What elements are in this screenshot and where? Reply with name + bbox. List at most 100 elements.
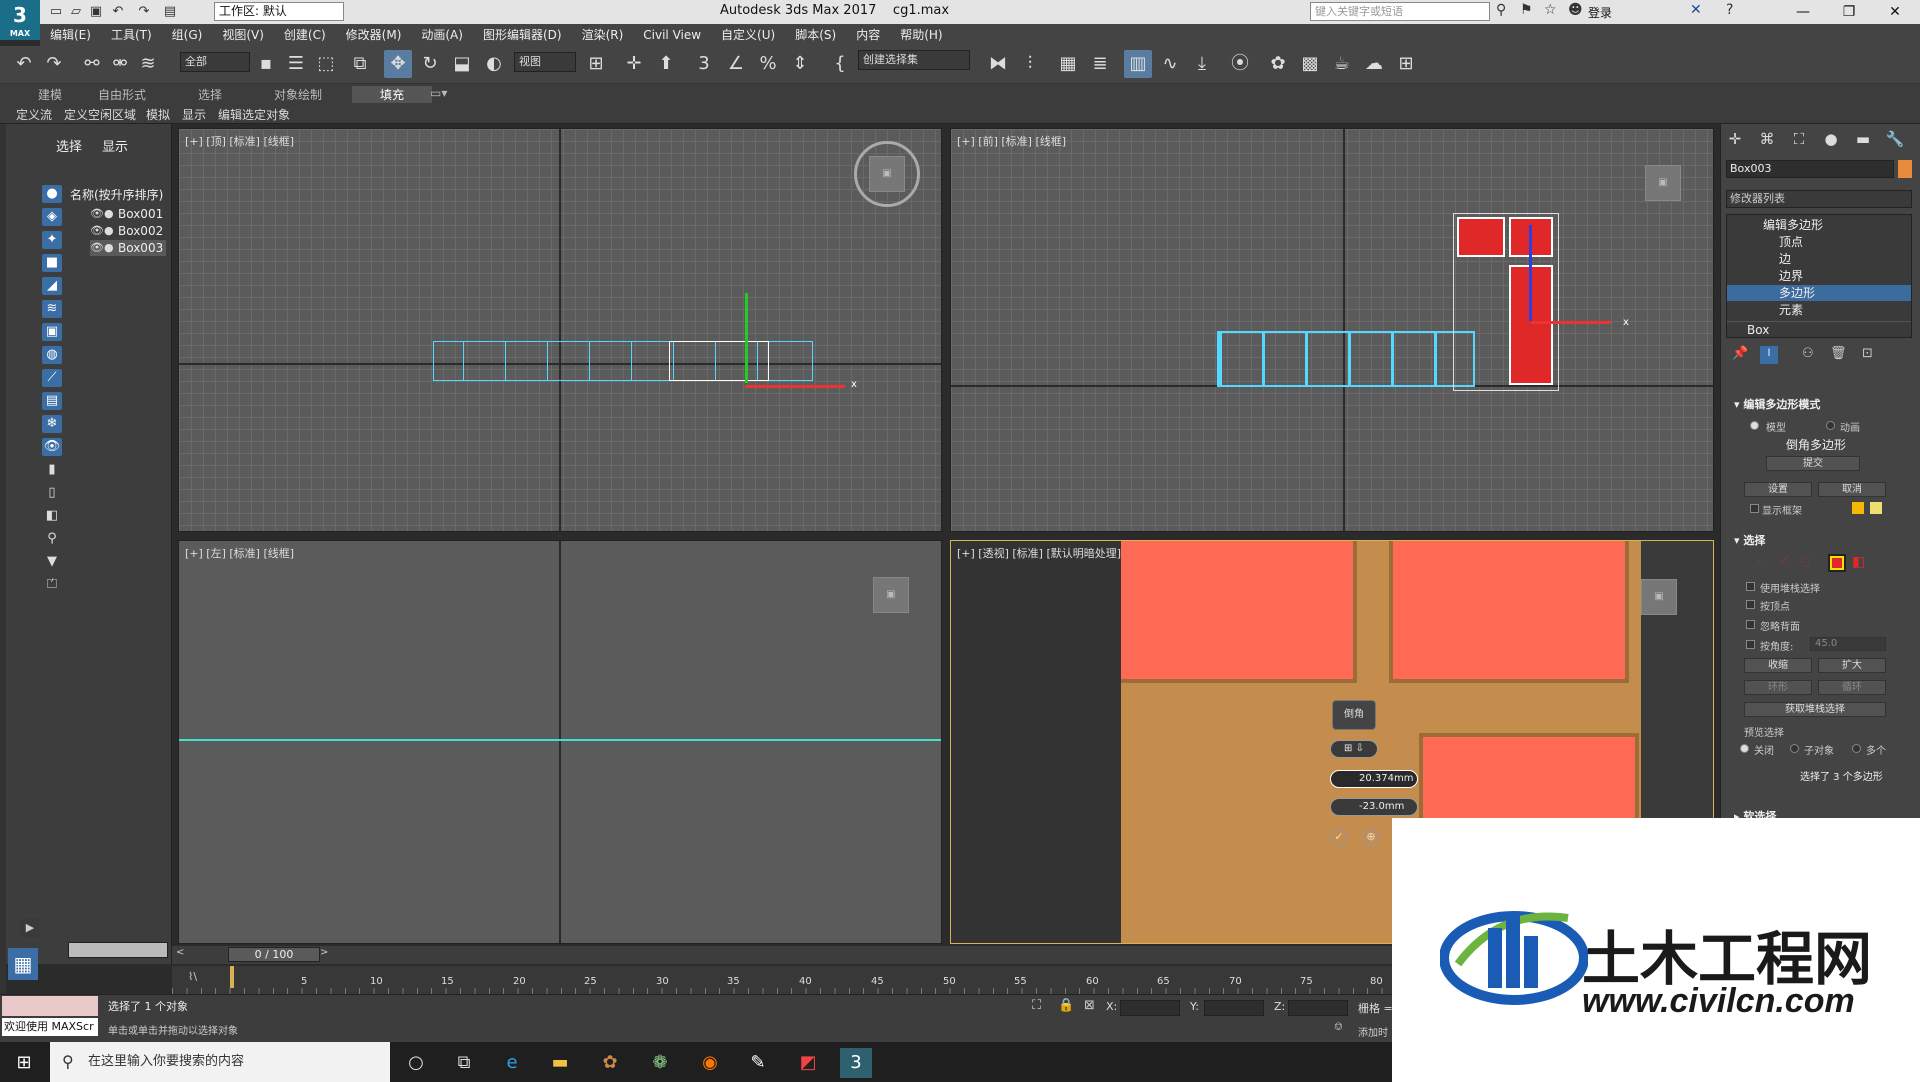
get-stack-selection-button[interactable]: 获取堆栈选择 <box>1744 702 1886 717</box>
app-icon[interactable]: ✿ <box>594 1048 626 1078</box>
app-logo[interactable]: 3 MAX <box>0 0 40 40</box>
ribbon-simulate[interactable]: 模拟 <box>146 106 170 123</box>
ignore-backfacing-checkbox[interactable] <box>1746 620 1755 629</box>
ribbon-toggle-icon[interactable]: ▥ <box>1124 50 1152 78</box>
shrink-button[interactable]: 收缩 <box>1744 658 1812 673</box>
menu-group[interactable]: 组(G) <box>162 24 213 46</box>
snap-toggle-icon[interactable]: 3 <box>690 50 718 78</box>
filter-icon[interactable]: ▼ <box>42 553 62 571</box>
shape-filter-icon[interactable]: ◈ <box>42 208 62 226</box>
user-icon[interactable]: ☻ <box>1568 2 1583 18</box>
angle-spinner[interactable]: 45.0 <box>1810 637 1886 651</box>
restore-button[interactable]: ❐ <box>1826 0 1872 24</box>
settings-button[interactable]: 设置 <box>1744 482 1812 497</box>
ribbon-define-flows[interactable]: 定义流 <box>16 106 52 123</box>
menu-edit[interactable]: 编辑(E) <box>40 24 101 46</box>
new-file-icon[interactable]: ▭ <box>46 2 66 22</box>
menu-content[interactable]: 内容 <box>846 24 890 46</box>
current-frame-marker[interactable] <box>230 966 234 988</box>
explorer-column-header[interactable]: 名称(按升序排序) <box>70 186 163 203</box>
viewport-label[interactable]: [+] [前] [标准] [线框] <box>957 133 1066 149</box>
preview-subobj-radio[interactable] <box>1790 744 1799 753</box>
find-icon[interactable]: ⚲ <box>42 530 62 548</box>
help-icon[interactable]: ? <box>1726 2 1733 18</box>
display-all-icon[interactable]: ▮ <box>42 461 62 479</box>
visibility-eye-icon[interactable]: 👁● <box>90 206 114 222</box>
explorer-item-box003[interactable]: 👁● Box003 <box>90 240 166 256</box>
bevel-type-toggle[interactable]: ⊞ ⇩ <box>1330 740 1378 758</box>
menu-animation[interactable]: 动画(A) <box>411 24 473 46</box>
ribbon-options-icon[interactable]: ▭▾ <box>430 86 447 100</box>
move-icon[interactable]: ✥ <box>384 50 412 78</box>
by-stack-checkbox[interactable] <box>1746 582 1755 591</box>
bevel-outline-field[interactable]: -23.0mm <box>1330 798 1418 816</box>
select-manipulate-icon[interactable]: ✛ <box>620 50 648 78</box>
curve-editor-mini-icon[interactable]: ⌇\ <box>188 970 197 983</box>
add-time-tag[interactable]: 添加时 <box>1358 1024 1388 1039</box>
visibility-eye-icon[interactable]: 👁● <box>90 223 114 239</box>
loop-button[interactable]: 循环 <box>1818 680 1886 695</box>
layer-explorer-icon[interactable]: ≣ <box>1086 50 1114 78</box>
animate-radio[interactable] <box>1826 421 1835 430</box>
menu-rendering[interactable]: 渲染(R) <box>572 24 634 46</box>
curve-editor-icon[interactable]: ∿ <box>1156 50 1184 78</box>
selection-filter-select[interactable]: 全部 <box>180 52 250 72</box>
rendered-frame-icon[interactable]: ▩ <box>1296 50 1324 78</box>
select-object-icon[interactable]: ▪ <box>252 50 280 78</box>
absolute-mode-icon[interactable]: ⊠ <box>1084 998 1095 1013</box>
3dsmax-taskbar-icon[interactable]: 3 <box>840 1048 872 1078</box>
binoculars-icon[interactable]: ⚲ <box>1496 2 1506 18</box>
prev-frame-icon[interactable]: < <box>176 947 184 958</box>
viewcube-icon[interactable]: ▣ <box>1645 165 1681 201</box>
align-icon[interactable]: ⫶ <box>1016 50 1044 78</box>
light-filter-icon[interactable]: ✦ <box>42 231 62 249</box>
stack-item-box[interactable]: Box <box>1727 321 1911 337</box>
spacewarp-filter-icon[interactable]: ≋ <box>42 300 62 318</box>
configure-sets-icon[interactable]: ⊡ <box>1862 346 1873 361</box>
mirror-icon[interactable]: ⧓ <box>984 50 1012 78</box>
isolate-icon[interactable]: ⛶ <box>1032 998 1041 1013</box>
grow-button[interactable]: 扩大 <box>1818 658 1886 673</box>
keyboard-shortcut-icon[interactable]: ⬆ <box>652 50 680 78</box>
utilities-tab-icon[interactable]: 🔧 <box>1884 128 1906 150</box>
explorer-tab-display[interactable]: 显示 <box>102 136 128 155</box>
scale-icon[interactable]: ⬓ <box>448 50 476 78</box>
stack-item-vertex[interactable]: 顶点 <box>1727 234 1911 250</box>
menu-help[interactable]: 帮助(H) <box>890 24 952 46</box>
signal-icon[interactable]: ⚑ <box>1520 2 1533 18</box>
ribbon-edit-selected[interactable]: 编辑选定对象 <box>218 106 290 123</box>
cancel-button[interactable]: 取消 <box>1818 482 1886 497</box>
modify-tab-icon[interactable]: ⌘ <box>1756 128 1778 150</box>
rect-region-icon[interactable]: ⬚ <box>312 50 340 78</box>
menu-civil-view[interactable]: Civil View <box>633 24 711 46</box>
notepad-icon[interactable]: ✎ <box>742 1048 774 1078</box>
border-mode-icon[interactable]: ◌ <box>1800 554 1810 568</box>
window-crossing-icon[interactable]: ⧉ <box>346 50 374 78</box>
select-by-name-icon[interactable]: ☰ <box>282 50 310 78</box>
stack-item-polygon[interactable]: 多边形 <box>1727 285 1911 301</box>
layer-icon[interactable]: ⏍ <box>42 576 62 594</box>
ribbon-tab-object-paint[interactable]: 对象绘制 <box>274 86 322 103</box>
stack-item-edge[interactable]: 边 <box>1727 251 1911 267</box>
container-filter-icon[interactable]: ▤ <box>42 392 62 410</box>
explorer-tab-select[interactable]: 选择 <box>56 136 82 155</box>
scene-explorer-icon[interactable]: ▦ <box>1054 50 1082 78</box>
stack-item-edit-poly[interactable]: 编辑多边形 <box>1727 217 1911 233</box>
cage-color-swatch[interactable] <box>1852 502 1864 514</box>
element-mode-icon[interactable]: ◧ <box>1852 554 1865 570</box>
viewcube-icon[interactable]: ▣ <box>869 156 905 192</box>
render-icon[interactable]: ☕ <box>1328 50 1356 78</box>
time-slider[interactable]: 0 / 100 <box>228 947 320 962</box>
show-cage-checkbox[interactable] <box>1750 504 1759 513</box>
pivot-center-icon[interactable]: ⊞ <box>582 50 610 78</box>
viewport-front[interactable]: [+] [前] [标准] [线框] x ▣ <box>950 128 1714 532</box>
invert-display-icon[interactable]: ◧ <box>42 507 62 525</box>
viewcube-icon[interactable]: ▣ <box>873 577 909 613</box>
bevel-height-field[interactable]: 20.374mm <box>1330 770 1418 788</box>
preview-off-radio[interactable] <box>1740 744 1749 753</box>
undo-icon[interactable]: ↶ <box>10 50 38 78</box>
maxscript-mini-listener[interactable]: 欢迎使用 MAXScr <box>2 1018 98 1036</box>
helper-filter-icon[interactable]: ◢ <box>42 277 62 295</box>
ribbon-tab-selection[interactable]: 选择 <box>198 86 222 103</box>
ribbon-tab-freeform[interactable]: 自由形式 <box>98 86 146 103</box>
